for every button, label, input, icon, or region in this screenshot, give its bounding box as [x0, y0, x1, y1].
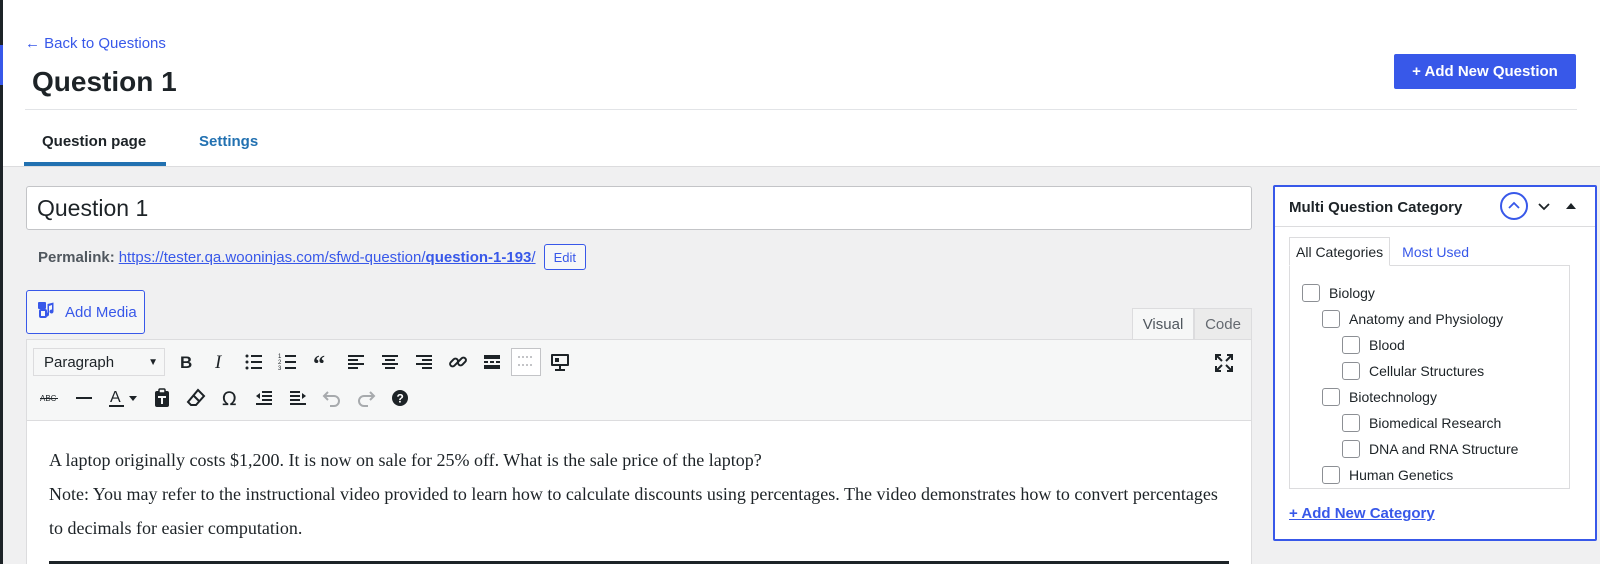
list-item[interactable]: Cellular Structures [1290, 358, 1569, 384]
edit-permalink-button[interactable]: Edit [543, 244, 586, 270]
numbered-list-icon[interactable]: 123 [271, 347, 305, 377]
list-item[interactable]: Biomedical Research [1290, 410, 1569, 436]
list-item[interactable]: DNA and RNA Structure [1290, 436, 1569, 462]
tab-code[interactable]: Code [1194, 308, 1252, 339]
italic-icon[interactable]: I [203, 347, 237, 377]
read-more-icon[interactable] [475, 347, 509, 377]
tab-visual[interactable]: Visual [1132, 308, 1194, 339]
bulleted-list-icon[interactable] [237, 347, 271, 377]
page-header: ← Back to Questions Question 1 + Add New… [3, 0, 1600, 167]
checkbox[interactable] [1322, 388, 1340, 406]
checkbox[interactable] [1302, 284, 1320, 302]
format-select-value: Paragraph [44, 353, 115, 371]
blockquote-icon[interactable]: “ [305, 347, 339, 377]
category-metabox-title: Multi Question Category [1289, 199, 1463, 216]
move-down-icon[interactable] [1530, 192, 1558, 220]
back-to-questions-link[interactable]: ← Back to Questions [25, 35, 166, 52]
permalink-base: https://tester.qa.wooninjas.com/sfwd-que… [118, 248, 426, 266]
category-label: Cellular Structures [1369, 363, 1485, 379]
category-tabs: All Categories Most Used [1289, 237, 1475, 266]
header-divider [25, 109, 1577, 110]
content-paragraph: Note: You may refer to the instructional… [49, 484, 1218, 538]
editor-toolbar: Paragraph ▼ B I 123 “ ABC A Ω ? [26, 339, 1252, 421]
active-tab-indicator [24, 162, 166, 166]
list-item[interactable]: Biology [1290, 280, 1569, 306]
category-checklist: Biology Anatomy and Physiology Blood Cel… [1289, 265, 1570, 489]
category-label: Blood [1369, 337, 1405, 353]
align-right-icon[interactable] [407, 347, 441, 377]
align-center-icon[interactable] [373, 347, 407, 377]
toolbar-toggle-icon[interactable] [511, 348, 541, 376]
horizontal-line-icon[interactable] [67, 383, 101, 413]
tab-all-categories[interactable]: All Categories [1289, 237, 1391, 266]
tab-question-page[interactable]: Question page [42, 133, 146, 150]
text-color-icon[interactable]: A [101, 383, 145, 413]
svg-text:I: I [214, 352, 223, 372]
checkbox[interactable] [1322, 310, 1340, 328]
list-item[interactable]: Anatomy and Physiology [1290, 306, 1569, 332]
move-up-icon[interactable] [1500, 192, 1528, 220]
category-metabox-header: Multi Question Category [1275, 187, 1595, 227]
tab-most-used[interactable]: Most Used [1396, 237, 1475, 266]
help-icon[interactable]: ? [383, 383, 417, 413]
outdent-icon[interactable] [247, 383, 281, 413]
add-new-question-button[interactable]: + Add New Question [1394, 54, 1576, 89]
media-icon [37, 300, 57, 324]
category-label: Biomedical Research [1369, 415, 1502, 431]
page-title: Question 1 [32, 66, 177, 97]
list-item[interactable]: Human Genetics [1290, 462, 1569, 488]
format-select[interactable]: Paragraph ▼ [33, 348, 165, 376]
svg-text:A: A [110, 389, 121, 406]
question-title-input[interactable]: Question 1 [26, 186, 1252, 230]
add-new-category-link[interactable]: + Add New Category [1289, 505, 1435, 522]
clear-formatting-icon[interactable] [179, 383, 213, 413]
checkbox[interactable] [1322, 466, 1340, 484]
toolbar-row-1: Paragraph ▼ B I 123 “ [33, 344, 577, 380]
permalink-trail: / [531, 248, 536, 266]
media-embed-icon[interactable] [543, 347, 577, 377]
category-label: Biotechnology [1349, 389, 1437, 405]
list-item[interactable]: Blood [1290, 332, 1569, 358]
content-paragraph: A laptop originally costs $1,200. It is … [49, 450, 762, 470]
svg-text:“: “ [313, 352, 325, 372]
checkbox[interactable] [1342, 440, 1360, 458]
special-character-icon[interactable]: Ω [213, 383, 247, 413]
checkbox[interactable] [1342, 362, 1360, 380]
paste-text-icon[interactable] [145, 383, 179, 413]
permalink-label: Permalink: [38, 248, 115, 266]
strikethrough-icon[interactable]: ABC [33, 383, 67, 413]
indent-icon[interactable] [281, 383, 315, 413]
fullscreen-icon[interactable] [1207, 348, 1241, 378]
redo-icon[interactable] [349, 383, 383, 413]
tab-settings[interactable]: Settings [199, 133, 258, 150]
category-label: Human Genetics [1349, 467, 1454, 483]
checkbox[interactable] [1342, 414, 1360, 432]
category-label: Anatomy and Physiology [1349, 311, 1504, 327]
link-icon[interactable] [441, 347, 475, 377]
permalink-row: Permalink: https://tester.qa.wooninjas.c… [38, 244, 586, 270]
editor-content[interactable]: A laptop originally costs $1,200. It is … [26, 421, 1252, 564]
category-metabox: Multi Question Category All Categories M… [1273, 185, 1597, 541]
bold-icon[interactable]: B [169, 347, 203, 377]
collapse-toggle-icon[interactable] [1557, 192, 1585, 220]
svg-text:3: 3 [278, 366, 282, 372]
undo-icon[interactable] [315, 383, 349, 413]
add-media-button[interactable]: Add Media [26, 290, 145, 334]
svg-text:B: B [180, 353, 192, 372]
toolbar-row-2: ABC A Ω ? [33, 380, 417, 416]
caret-down-icon: ▼ [148, 356, 158, 368]
permalink-slug: question-1-193 [425, 248, 532, 266]
category-label: DNA and RNA Structure [1369, 441, 1519, 457]
checkbox[interactable] [1342, 336, 1360, 354]
svg-text:Ω: Ω [222, 388, 237, 408]
add-media-label: Add Media [65, 303, 137, 321]
permalink-link[interactable]: https://tester.qa.wooninjas.com/sfwd-que… [119, 249, 536, 266]
align-left-icon[interactable] [339, 347, 373, 377]
svg-text:?: ? [397, 392, 404, 406]
category-label: Biology [1329, 285, 1375, 301]
list-item[interactable]: Biotechnology [1290, 384, 1569, 410]
